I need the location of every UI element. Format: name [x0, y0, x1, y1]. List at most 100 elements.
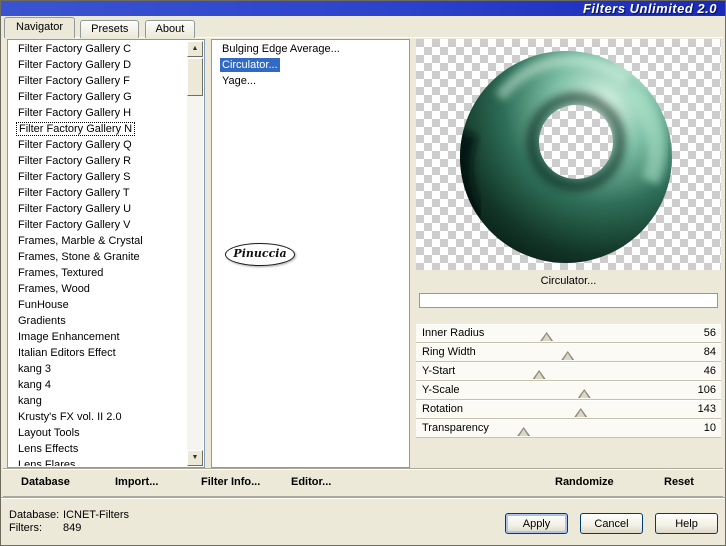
category-item-label: FunHouse [18, 299, 69, 311]
reset-button[interactable]: Reset [664, 476, 694, 488]
preview-image [416, 39, 721, 270]
import-button[interactable]: Import... [115, 476, 158, 488]
category-item-label: Gradients [18, 315, 66, 327]
category-item[interactable]: Filter Factory Gallery F [9, 73, 187, 89]
category-item-label: Frames, Marble & Crystal [18, 235, 143, 247]
cancel-button[interactable]: Cancel [580, 513, 643, 534]
apply-button[interactable]: Apply [505, 513, 568, 534]
scroll-down-icon[interactable]: ▼ [187, 450, 203, 466]
tab-presets[interactable]: Presets [80, 20, 140, 38]
category-item[interactable]: Image Enhancement [9, 329, 187, 345]
filter-list[interactable]: Bulging Edge Average... Circulator... Yage… [211, 39, 410, 468]
category-item-label: Filter Factory Gallery D [18, 59, 132, 71]
category-item[interactable]: Frames, Stone & Granite [9, 249, 187, 265]
category-list[interactable]: Filter Factory Gallery C Filter Factory G… [7, 39, 205, 468]
pinuccia-logo-text: Pinuccia [233, 247, 287, 260]
filter-item[interactable]: Bulging Edge Average... [213, 41, 408, 57]
preview-panel: Circulator... Inner Radius 56 Ring Width 84… [416, 39, 721, 469]
filter-item[interactable]: Circulator... [213, 57, 408, 73]
param-row-y-start[interactable]: Y-Start 46 [416, 362, 721, 381]
category-item[interactable]: kang 3 [9, 361, 187, 377]
filters-unlimited-window: Filters Unlimited 2.0 Navigator Presets … [0, 0, 726, 546]
param-value: 84 [703, 346, 716, 358]
param-value: 143 [697, 403, 716, 415]
category-item-label: Filter Factory Gallery H [18, 107, 132, 119]
category-item[interactable]: Krusty's FX vol. II 2.0 [9, 409, 187, 425]
status-area: Database: ICNET-Filters Filters: 849 App… [1, 497, 725, 545]
scroll-up-icon[interactable]: ▲ [187, 41, 203, 57]
category-item[interactable]: Filter Factory Gallery T [9, 185, 187, 201]
status-filters-value: 849 [63, 522, 82, 534]
category-item[interactable]: kang 4 [9, 377, 187, 393]
tab-navigator[interactable]: Navigator [4, 17, 76, 38]
category-item[interactable]: Italian Editors Effect [9, 345, 187, 361]
category-item-label: Layout Tools [18, 427, 80, 439]
category-item-label: Krusty's FX vol. II 2.0 [18, 411, 122, 423]
param-row-ring-width[interactable]: Ring Width 84 [416, 343, 721, 362]
category-item[interactable]: Filter Factory Gallery G [9, 89, 187, 105]
param-value: 106 [697, 384, 716, 396]
current-filter-label: Circulator... [540, 275, 597, 287]
category-item-label: Filter Factory Gallery N [16, 122, 136, 136]
status-filters-label: Filters: [9, 522, 42, 534]
category-item[interactable]: Frames, Marble & Crystal [9, 233, 187, 249]
scrollbar-thumb[interactable] [187, 58, 203, 96]
param-row-rotation[interactable]: Rotation 143 [416, 400, 721, 419]
param-row-y-scale[interactable]: Y-Scale 106 [416, 381, 721, 400]
category-item[interactable]: Frames, Textured [9, 265, 187, 281]
param-value: 56 [703, 327, 716, 339]
category-scrollbar[interactable]: ▲ ▼ [187, 41, 203, 466]
param-row-transparency[interactable]: Transparency 10 [416, 419, 721, 438]
category-item[interactable]: Lens Effects [9, 441, 187, 457]
category-item[interactable]: FunHouse [9, 297, 187, 313]
category-item-label: Frames, Textured [18, 267, 104, 279]
category-item-label: Filter Factory Gallery T [18, 187, 130, 199]
status-database-label: Database: [9, 509, 60, 521]
slider-thumb[interactable] [577, 389, 591, 398]
editor-button[interactable]: Editor... [291, 476, 331, 488]
category-item[interactable]: Filter Factory Gallery D [9, 57, 187, 73]
filter-item[interactable]: Yage... [213, 73, 408, 89]
filter-item-label: Circulator... [220, 58, 280, 72]
param-label: Transparency [422, 422, 489, 434]
slider-thumb[interactable] [540, 332, 554, 341]
category-item[interactable]: Filter Factory Gallery N [9, 121, 187, 137]
category-item-label: Filter Factory Gallery V [18, 219, 131, 231]
category-item[interactable]: Gradients [9, 313, 187, 329]
param-label: Y-Start [422, 365, 456, 377]
category-item[interactable]: kang [9, 393, 187, 409]
slider-thumb[interactable] [561, 351, 575, 360]
category-item[interactable]: Filter Factory Gallery H [9, 105, 187, 121]
category-item-label: Frames, Stone & Granite [18, 251, 140, 263]
slider-thumb[interactable] [517, 427, 531, 436]
category-item[interactable]: Filter Factory Gallery R [9, 153, 187, 169]
parameter-sliders: Inner Radius 56 Ring Width 84 Y-Start 46 Y-Sca… [416, 324, 721, 438]
category-item[interactable]: Lens Flares [9, 457, 187, 466]
category-item[interactable]: Layout Tools [9, 425, 187, 441]
pinuccia-logo: Pinuccia [225, 243, 295, 266]
param-row-inner-radius[interactable]: Inner Radius 56 [416, 324, 721, 343]
slider-thumb[interactable] [574, 408, 588, 417]
help-button[interactable]: Help [655, 513, 718, 534]
category-item[interactable]: Filter Factory Gallery V [9, 217, 187, 233]
torus-render [460, 51, 672, 263]
category-item-label: Filter Factory Gallery R [18, 155, 132, 167]
randomize-button[interactable]: Randomize [555, 476, 614, 488]
category-item-label: Image Enhancement [18, 331, 120, 343]
slider-thumb[interactable] [532, 370, 546, 379]
tab-about[interactable]: About [144, 20, 196, 38]
database-button[interactable]: Database [21, 476, 70, 488]
category-list-items: Filter Factory Gallery C Filter Factory G… [9, 41, 187, 466]
category-item-label: kang 3 [18, 363, 52, 375]
filter-item-label: Bulging Edge Average... [222, 43, 340, 55]
status-database-value: ICNET-Filters [63, 509, 129, 521]
filter-item-label: Yage... [222, 75, 257, 87]
category-item[interactable]: Filter Factory Gallery Q [9, 137, 187, 153]
category-item-label: kang [18, 395, 42, 407]
category-item[interactable]: Filter Factory Gallery S [9, 169, 187, 185]
category-item-label: kang 4 [18, 379, 52, 391]
category-item[interactable]: Filter Factory Gallery U [9, 201, 187, 217]
category-item[interactable]: Frames, Wood [9, 281, 187, 297]
category-item[interactable]: Filter Factory Gallery C [9, 41, 187, 57]
filter-info-button[interactable]: Filter Info... [201, 476, 260, 488]
